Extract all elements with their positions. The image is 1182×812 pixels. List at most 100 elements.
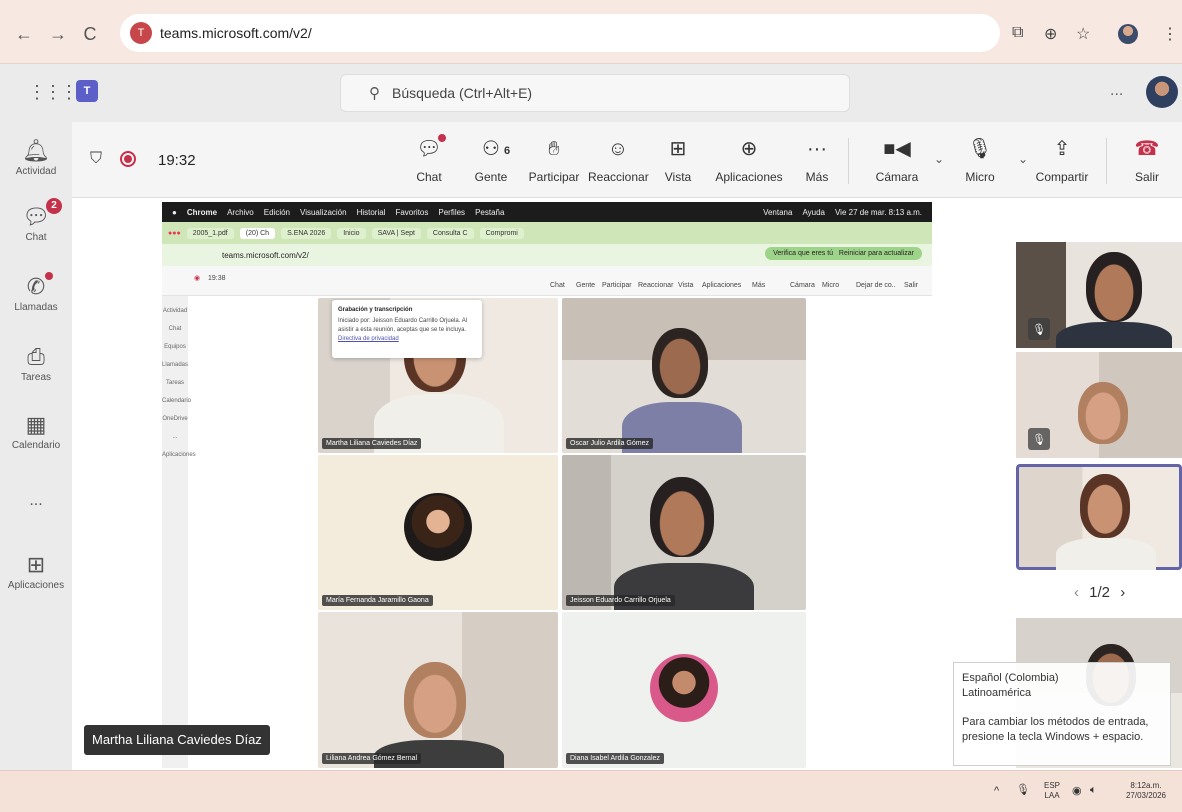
shared-tab: SAVA | Sept — [371, 227, 421, 239]
language-name: Español (Colombia) — [962, 672, 1059, 684]
share-icon: ⇪ — [1053, 138, 1071, 160]
mac-menu-item: Perfiles — [438, 207, 466, 217]
mac-menu-item: Ventana — [763, 207, 793, 217]
app-launcher-icon[interactable]: ⋮⋮⋮ — [28, 82, 78, 103]
tray-time: 8:12a.m. — [1130, 781, 1162, 790]
mac-menu-item: Ayuda — [802, 207, 825, 217]
camera-button[interactable]: ■◀ Cámara — [872, 136, 922, 184]
rail-item-label: Chat — [25, 232, 47, 243]
gallery-tile[interactable]: 🎙︎ — [1016, 352, 1182, 458]
shared-toolbar-item: Salir — [904, 282, 919, 289]
chat-icon: 💬︎ 2 — [22, 198, 62, 230]
gallery-tile-speaking[interactable] — [1016, 464, 1182, 570]
recording-notice-body: Iniciado por: Jeisson Eduardo Carrillo O… — [338, 318, 468, 333]
raise-hand-button[interactable]: ✋︎ Participar — [526, 136, 582, 184]
reload-icon[interactable]: C — [80, 24, 100, 45]
settings-more-icon[interactable]: ... — [1110, 82, 1123, 100]
shared-tab: S.ENA 2026 — [281, 227, 332, 239]
react-button[interactable]: ☺ Reaccionar — [588, 136, 649, 184]
shared-toolbar-item: Más — [752, 282, 766, 289]
volume-icon[interactable]: 🔈︎ — [1090, 784, 1097, 797]
mic-off-icon: 🎙︎ — [1028, 428, 1050, 450]
search-input[interactable]: ⚲ Búsqueda (Ctrl+Alt+E) — [340, 74, 850, 112]
shared-rail-item: Equipos — [164, 344, 186, 350]
mic-button[interactable]: 🎙︎ Micro — [960, 136, 1000, 184]
address-bar[interactable]: T teams.microsoft.com/v2/ — [120, 14, 1000, 52]
tray-lang: ESP — [1043, 781, 1060, 790]
prev-page-icon[interactable]: ‹ — [1074, 584, 1079, 601]
view-button[interactable]: ⊞ Vista — [662, 136, 694, 184]
raise-label: Participar — [528, 170, 580, 184]
browser-menu-icon[interactable]: ⋮ — [1162, 24, 1178, 44]
people-button[interactable]: ⚇ 6 Gente — [472, 136, 511, 184]
cast-icon[interactable]: ⧉ — [1012, 24, 1023, 42]
rail-item-apps[interactable]: ⊞ Aplicaciones — [0, 552, 72, 591]
browser-profile-avatar[interactable] — [1118, 24, 1138, 44]
camera-label: Cámara — [875, 170, 919, 184]
tray-overflow-chevron-icon[interactable]: ^ — [994, 785, 999, 797]
mac-clock: Vie 27 de mar. 8:13 a.m. — [834, 207, 922, 217]
user-avatar[interactable] — [1146, 76, 1178, 108]
forward-icon[interactable]: → — [48, 24, 68, 45]
shared-toolbar-item: Gente — [576, 282, 596, 289]
shared-tab: (20) Ch — [239, 227, 276, 239]
input-language-indicator[interactable]: ESP LAA — [1040, 781, 1064, 801]
rail-item-calls[interactable]: ✆ Llamadas — [0, 272, 72, 313]
hand-icon: ✋︎ — [548, 138, 560, 160]
camera-options-chevron-icon[interactable]: ⌄ — [934, 152, 944, 166]
mac-menu-item: Historial — [356, 207, 386, 217]
people-count: 6 — [504, 145, 511, 157]
mac-menu-item: Edición — [263, 207, 291, 217]
zoom-icon[interactable]: ⊕ — [1044, 24, 1057, 44]
rail-item-calendar[interactable]: ▦ Calendario — [0, 412, 72, 451]
shared-toolbar-item: Dejar de co.. — [856, 282, 896, 289]
recording-notice-title: Grabación y transcripción — [338, 307, 413, 313]
apps-label: Aplicaciones — [715, 170, 783, 184]
video-tile: Oscar Julio Ardila Gómez — [562, 298, 806, 453]
shared-rail-item: Aplicaciones — [162, 452, 196, 458]
rail-item-label: Aplicaciones — [7, 580, 65, 591]
apps-button[interactable]: ⊕ Aplicaciones — [712, 136, 786, 184]
leave-button[interactable]: ☎ Salir — [1132, 136, 1162, 184]
window-controls-icon: ●●● — [168, 229, 181, 237]
back-icon[interactable]: ← — [14, 24, 34, 45]
phone-icon: ✆ — [27, 272, 54, 300]
rail-item-activity[interactable]: 🔔︎ Actividad — [0, 138, 72, 177]
wifi-icon[interactable]: ◉ — [1072, 784, 1082, 797]
rail-item-more[interactable]: ... — [0, 490, 72, 510]
bookmark-star-icon[interactable]: ☆ — [1076, 24, 1090, 44]
more-button[interactable]: ··· Más — [802, 136, 832, 184]
update-label: Reiniciar para actualizar — [838, 250, 914, 257]
page-indicator: 1/2 — [1089, 584, 1111, 601]
next-page-icon[interactable]: › — [1120, 584, 1125, 601]
shared-toolbar-item: Reaccionar — [638, 282, 674, 289]
tray-date: 27/03/2026 — [1125, 791, 1167, 800]
chat-button[interactable]: 💬︎ Chat — [412, 134, 446, 184]
video-tile: Liliana Andrea Gómez Bernal — [318, 612, 558, 768]
taskbar-clock[interactable]: 8:12a.m. 27/03/2026 — [1118, 781, 1174, 801]
video-tile: Jeisson Eduardo Carrillo Orjuela — [562, 455, 806, 610]
meeting-toolbar: ⛉ 19:32 💬︎ Chat ⚇ 6 Gente ✋︎ Participar ☺… — [72, 122, 1182, 198]
shared-screen: ● Chrome Archivo Edición Visualización H… — [162, 202, 932, 768]
tray-layout: LAA — [1044, 791, 1060, 800]
shared-tab: Inicio — [337, 227, 366, 239]
language-region: Latinoamérica — [962, 687, 1032, 699]
share-button[interactable]: ⇪ Compartir — [1032, 136, 1092, 184]
url-text[interactable]: teams.microsoft.com/v2/ — [160, 25, 312, 41]
rail-item-tasks[interactable]: ⎙ Tareas — [0, 344, 72, 383]
search-placeholder: Búsqueda (Ctrl+Alt+E) — [392, 85, 533, 101]
chat-badge: 2 — [45, 198, 62, 214]
participant-video — [1086, 252, 1142, 322]
mic-options-chevron-icon[interactable]: ⌄ — [1018, 152, 1028, 166]
rail-item-chat[interactable]: 💬︎ 2 Chat — [0, 198, 72, 243]
gallery-pager: ‹ 1/2 › — [1068, 584, 1131, 601]
tasks-icon: ⎙ — [27, 344, 45, 369]
hang-up-icon: ☎ — [1134, 138, 1160, 160]
shared-meeting-toolbar: ◉ 19:38 Chat Gente Participar Reaccionar… — [162, 266, 932, 296]
meeting-timer: 19:32 — [158, 152, 196, 169]
more-icon: ··· — [807, 138, 827, 160]
mic-tray-icon[interactable]: 🎙︎ — [1016, 783, 1030, 796]
verify-label: Verifica que eres tú — [773, 250, 834, 257]
gallery-tile[interactable]: 🎙︎ — [1016, 242, 1182, 348]
apple-icon: ● — [172, 207, 177, 217]
